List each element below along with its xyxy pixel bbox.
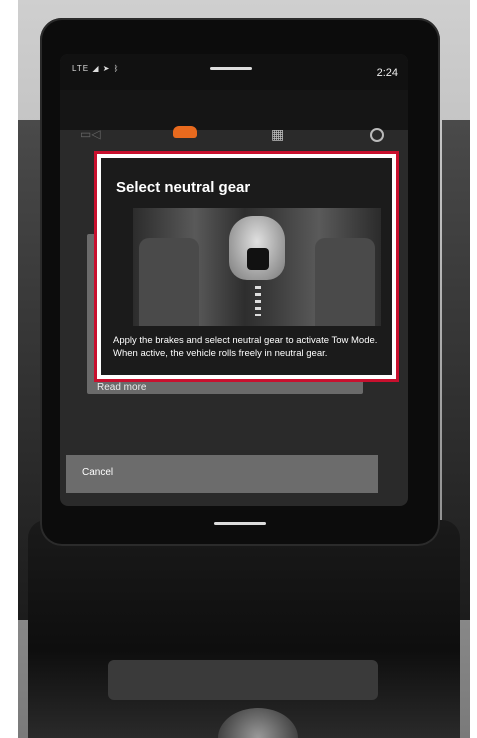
console-knob — [218, 708, 298, 738]
dialog-body: Apply the brakes and select neutral gear… — [113, 335, 378, 359]
seat-right — [315, 238, 375, 326]
circle-icon[interactable] — [370, 128, 384, 142]
cancel-button[interactable]: Cancel — [66, 455, 378, 493]
center-console — [28, 520, 460, 738]
top-navigation: ▭◁ ▦ — [60, 90, 408, 161]
read-more-link[interactable]: Read more — [97, 382, 146, 393]
bluetooth-icon: ᛒ — [113, 64, 120, 73]
home-indicator[interactable] — [214, 522, 266, 525]
gear-shifter-knob — [247, 248, 269, 270]
car-icon[interactable] — [173, 126, 197, 138]
gear-position-indicator — [255, 286, 261, 316]
dialog-title: Select neutral gear — [116, 179, 251, 196]
status-bar: LTE ◢ ➤ ᛒ 2:24 — [60, 54, 408, 94]
notification-handle[interactable] — [210, 67, 252, 70]
neutral-gear-dialog: Select neutral gear Apply the brakes and… — [101, 158, 392, 375]
location-icon: ➤ — [102, 64, 111, 73]
cancel-button-label: Cancel — [82, 467, 114, 478]
apps-grid-icon[interactable]: ▦ — [271, 126, 284, 143]
signal-bars-icon: ◢ — [92, 64, 100, 73]
clock: 2:24 — [376, 67, 398, 79]
camera-icon[interactable]: ▭◁ — [80, 127, 101, 141]
gear-selector-illustration — [133, 208, 381, 326]
seat-left — [139, 238, 199, 326]
signal-indicator: LTE ◢ ➤ ᛒ — [72, 64, 119, 73]
console-tray — [108, 660, 378, 700]
signal-text: LTE — [72, 64, 90, 73]
